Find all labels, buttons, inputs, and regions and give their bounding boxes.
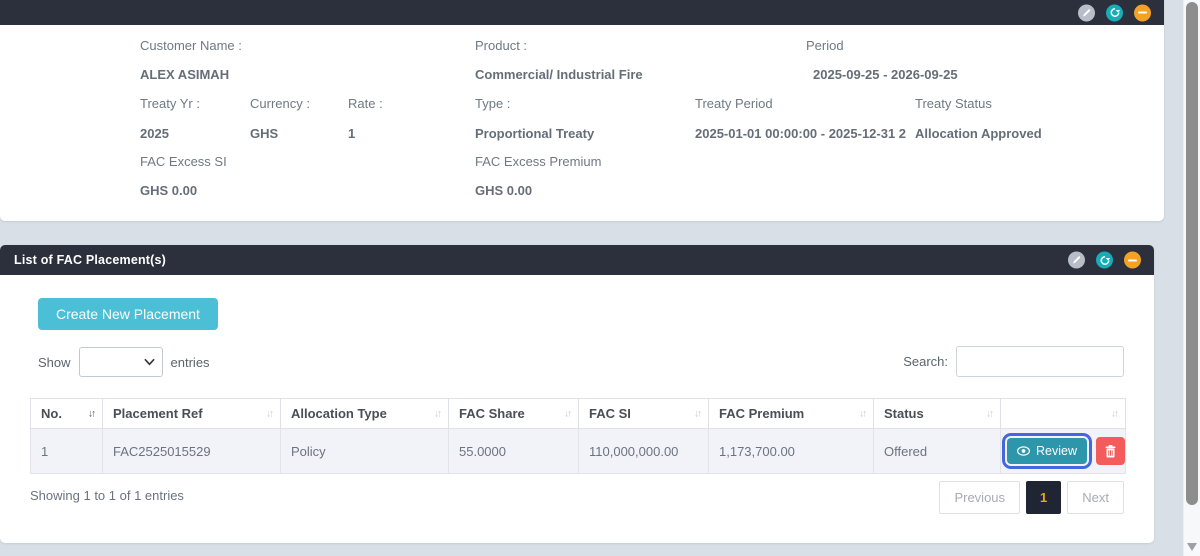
placements-panel-header: List of FAC Placement(s): [0, 245, 1154, 275]
show-label: Show: [38, 355, 71, 370]
treaty-period-value: 2025-01-01 00:00:00 - 2025-12-31 2: [695, 126, 906, 141]
pagination: Previous 1 Next: [939, 481, 1124, 514]
edit-icon[interactable]: [1068, 252, 1085, 269]
cell-no: 1: [31, 429, 103, 474]
trash-icon: [1105, 445, 1116, 458]
chevron-down-icon: [144, 358, 155, 366]
customer-name-value: ALEX ASIMAH: [140, 67, 229, 82]
refresh-icon[interactable]: [1106, 4, 1123, 21]
review-button[interactable]: Review: [1007, 438, 1087, 464]
col-header-allocation-type[interactable]: Allocation Type↓↑: [281, 399, 449, 429]
col-header-fac-premium[interactable]: FAC Premium↓↑: [709, 399, 874, 429]
scrollbar-down-arrow-icon[interactable]: [1187, 543, 1197, 551]
table-header-row: No.↓↑ Placement Ref↓↑ Allocation Type↓↑ …: [31, 399, 1126, 429]
cell-fac-share: 55.0000: [449, 429, 579, 474]
placements-panel-title: List of FAC Placement(s): [14, 253, 166, 267]
col-header-fac-si[interactable]: FAC SI↓↑: [579, 399, 709, 429]
sort-icon: ↓↑: [266, 408, 272, 419]
treaty-period-label: Treaty Period: [695, 96, 773, 111]
sort-icon: ↓↑: [434, 408, 440, 419]
cell-fac-premium: 1,173,700.00: [709, 429, 874, 474]
cell-status: Offered: [874, 429, 1001, 474]
eye-icon: [1017, 446, 1030, 456]
sort-icon: ↓↑: [986, 408, 992, 419]
col-header-fac-share[interactable]: FAC Share↓↑: [449, 399, 579, 429]
col-header-actions[interactable]: ↓↑: [1001, 399, 1126, 429]
treaty-info-panel: Customer Name : Product : Period ALEX AS…: [0, 0, 1164, 221]
show-entries-control: Show entries: [38, 347, 210, 377]
product-label: Product :: [475, 38, 527, 53]
search-input[interactable]: [956, 346, 1124, 377]
customer-name-label: Customer Name :: [140, 38, 242, 53]
search-control: Search:: [903, 346, 1124, 377]
currency-value: GHS: [250, 126, 278, 141]
fac-excess-premium-value: GHS 0.00: [475, 183, 532, 198]
rate-value: 1: [348, 126, 355, 141]
entries-label: entries: [171, 355, 210, 370]
scrollbar-thumb[interactable]: [1186, 2, 1198, 505]
page-1-button[interactable]: 1: [1026, 481, 1061, 514]
previous-page-button[interactable]: Previous: [939, 481, 1020, 514]
treaty-yr-label: Treaty Yr :: [140, 96, 200, 111]
treaty-panel-header: [0, 0, 1164, 25]
cell-fac-si: 110,000,000.00: [579, 429, 709, 474]
rate-label: Rate :: [348, 96, 383, 111]
type-value: Proportional Treaty: [475, 126, 594, 141]
sort-icon: ↓↑: [694, 408, 700, 419]
period-label: Period: [806, 38, 844, 53]
collapse-icon[interactable]: [1134, 4, 1151, 21]
treaty-yr-value: 2025: [140, 126, 169, 141]
fac-excess-premium-label: FAC Excess Premium: [475, 154, 601, 169]
currency-label: Currency :: [250, 96, 310, 111]
next-page-button[interactable]: Next: [1067, 481, 1124, 514]
sort-icon: ↓↑: [88, 408, 94, 419]
cell-actions: Review: [1001, 429, 1126, 474]
col-header-placement-ref[interactable]: Placement Ref↓↑: [103, 399, 281, 429]
table-row: 1 FAC2525015529 Policy 55.0000 110,000,0…: [31, 429, 1126, 474]
placements-panel-tools: [1068, 252, 1141, 269]
fac-excess-si-label: FAC Excess SI: [140, 154, 227, 169]
product-value: Commercial/ Industrial Fire: [475, 67, 643, 82]
placements-table: No.↓↑ Placement Ref↓↑ Allocation Type↓↑ …: [30, 398, 1126, 474]
col-header-no[interactable]: No.↓↑: [31, 399, 103, 429]
type-label: Type :: [475, 96, 510, 111]
create-new-placement-button[interactable]: Create New Placement: [38, 298, 218, 330]
delete-button[interactable]: [1096, 437, 1125, 465]
treaty-status-label: Treaty Status: [915, 96, 992, 111]
entries-per-page-select[interactable]: [79, 347, 163, 377]
treaty-panel-tools: [1078, 4, 1151, 21]
vertical-scrollbar[interactable]: [1183, 0, 1200, 556]
col-header-status[interactable]: Status↓↑: [874, 399, 1001, 429]
sort-icon: ↓↑: [859, 408, 865, 419]
entries-summary: Showing 1 to 1 of 1 entries: [30, 488, 184, 503]
search-label: Search:: [903, 354, 948, 369]
refresh-icon[interactable]: [1096, 252, 1113, 269]
fac-excess-si-value: GHS 0.00: [140, 183, 197, 198]
fac-placement-page: { "treaty_info": { "fields": { "customer…: [0, 0, 1200, 556]
sort-icon: ↓↑: [564, 408, 570, 419]
edit-icon[interactable]: [1078, 4, 1095, 21]
fac-placements-panel: List of FAC Placement(s) Create New Plac…: [0, 245, 1154, 543]
cell-placement-ref: FAC2525015529: [103, 429, 281, 474]
collapse-icon[interactable]: [1124, 252, 1141, 269]
cell-allocation-type: Policy: [281, 429, 449, 474]
period-value: 2025-09-25 - 2026-09-25: [813, 67, 958, 82]
sort-icon: ↓↑: [1111, 408, 1117, 419]
treaty-status-value: Allocation Approved: [915, 126, 1042, 141]
